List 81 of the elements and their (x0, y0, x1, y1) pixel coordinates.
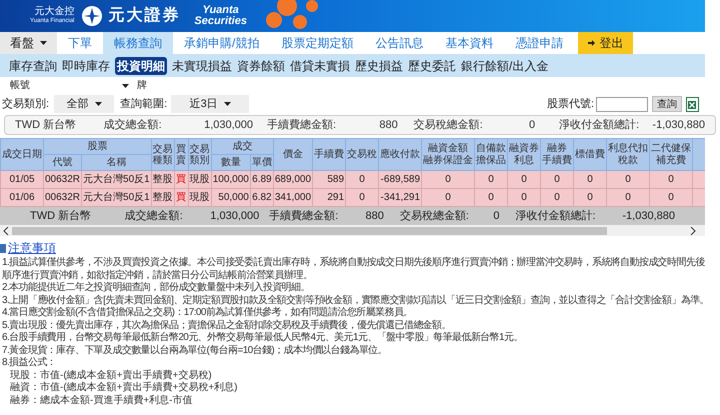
caret-icon (122, 84, 129, 88)
subnav-tab[interactable]: 歷史損益 (355, 56, 403, 74)
brand-en-top: Yuanta (202, 5, 239, 16)
range-select[interactable]: 近3日 (171, 95, 250, 113)
code-field[interactable] (596, 96, 648, 112)
note-text: 8.損益公式： (2, 357, 58, 370)
note-text: 3.上開「應收付金額」含[先賣未買回金額]、定期定額買股扣款及全額交割等預收金額，實際應交割款項請以「近三日交割金額」查詢，並以查得之「合計交割金額」為準。 (2, 294, 710, 306)
brand-en-bottom: Securities (194, 16, 247, 27)
note-text: 5.賣出現股：優先賣出庫存，其次為擔保品；賣擔保品之金額扣除交易稅及手續費後，優先償還已借總金額。 (2, 320, 452, 332)
net-value: -1,030,880 (621, 208, 675, 224)
logo-icon (82, 6, 102, 26)
formula-text: 現股：市值-(總成本金額+賣出手續費+交易稅) (9, 370, 213, 382)
caret-icon (40, 41, 47, 45)
nav-dropdown[interactable]: 看盤 (0, 32, 57, 54)
range-label: 查詢範圍: (120, 96, 168, 112)
nav-tab[interactable]: 帳務查詢 (103, 32, 173, 54)
column-header-line: 利息 (514, 154, 534, 166)
brand-name: 元大證券 (108, 5, 180, 26)
notes-link[interactable]: 注意事項 (8, 239, 56, 257)
column-header-line: 利息代扣 (608, 142, 648, 154)
column-header: 成交日期 (0, 138, 44, 170)
net-value: -1,030,880 (652, 118, 706, 133)
tax-label: 交易稅總金額: (400, 208, 470, 224)
tax-value: 0 (492, 208, 500, 224)
account-label: 帳號 (10, 78, 30, 93)
fee-label: 手續費總金額: (267, 118, 338, 133)
total-value: 1,030,000 (203, 118, 254, 133)
column-header-line: 融券保證金 (423, 154, 474, 166)
column-header-line: 擔保品 (476, 154, 506, 166)
group-name: 元大金控 (34, 6, 74, 16)
total-value: 1,030,000 (209, 208, 260, 224)
caret-icon (94, 102, 102, 106)
scroll-left-icon[interactable] (2, 226, 10, 234)
column-header-line: 二代健保 (651, 142, 692, 154)
formula-text: 融券：總成本金額-買進手續費+利息-市值 (9, 394, 194, 407)
column-header-line: 稅款 (618, 154, 638, 166)
subnav-tab[interactable]: 資券餘額 (237, 56, 285, 74)
currency-label: TWD 新台幣 (15, 118, 78, 133)
column-header-line: 融資金額 (428, 142, 468, 154)
net-label: 淨收付金額總計: (516, 208, 597, 224)
code-label: 股票代號: (546, 96, 594, 112)
info-icon (0, 244, 6, 252)
account-suffix: 牌 (137, 79, 147, 93)
column-group-header: 股票 (44, 138, 152, 154)
subnav-tab[interactable]: 未實現損益 (172, 56, 232, 74)
logout-button[interactable]: 登出 (578, 32, 634, 54)
net-label: 淨收付金額總計: (559, 118, 640, 133)
subnav-tab[interactable]: 投資明細 (115, 56, 167, 74)
subnav-tab[interactable]: 借貸未實損 (290, 56, 350, 74)
note-text: 6.台股手續費用，台幣交易每筆最低新台幣20元、外幣交易每筆最低人民幣4元、美元1元、「盤中零股」每筆最低新台幣1元。 (2, 332, 524, 344)
type-label: 交易類別: (2, 96, 50, 112)
subnav-tab[interactable]: 歷史委託 (408, 56, 456, 74)
scrollbar[interactable] (0, 225, 705, 236)
subnav-tab[interactable]: 銀行餘額/出入金 (461, 56, 548, 74)
scroll-right-icon[interactable] (689, 226, 697, 234)
fee-value: 880 (378, 118, 398, 133)
currency-label: TWD 新台幣 (30, 208, 92, 224)
column-header-line: 補充費 (656, 154, 686, 166)
type-select[interactable]: 全部 (54, 95, 114, 113)
caret-icon (224, 102, 231, 106)
total-label: 成交總金額: (124, 208, 184, 224)
logout-icon (588, 39, 596, 47)
fee-label: 手續費總金額: (269, 208, 340, 224)
formula-text: 融資：市值-(總成本金額+賣出手續費+交易稅+利息) (9, 382, 239, 394)
column-header-line: 自備款 (476, 142, 506, 154)
fee-value: 880 (364, 208, 384, 224)
note-text: 7.黃金現貨：庫存、下單及成交數量以台兩為單位(每台兩=10台錢)；成本均價以台錢為單位。 (2, 344, 388, 356)
column-header-line: 手續費 (542, 154, 572, 166)
total-label: 成交總金額: (104, 118, 163, 133)
subnav-tab[interactable]: 庫存查詢 (9, 56, 57, 74)
column-header-line: 融券 (547, 142, 568, 154)
tax-value: 0 (528, 118, 536, 133)
note-text: 2.本功能提供近二年之投資明細查詢，部份成交數量盤中未列入投資明細。 (2, 282, 311, 294)
subnav-tab[interactable]: 即時庫存 (62, 56, 110, 74)
tax-label: 交易稅總金額: (414, 118, 484, 133)
query-button[interactable]: 查詢 (652, 96, 682, 112)
note-text: 4.當日應交割金額(不含借貸擔保品之交易)：17:00前為試算僅供參考，如有問題請洽您所屬業務員。 (2, 307, 414, 320)
note-text: 1.損益試算僅供參考，不涉及買賣投資之依據。本公司接受委託賣出庫存時，系統將自動按成交日期先後順序進行買賣沖銷；辦理當沖交易時，系統將自動按成交時間先後順序進行買賣沖銷，如欲指定沖銷，請於當日分公司結帳前洽營業員辦理。 (2, 257, 706, 282)
excel-icon[interactable] (686, 96, 699, 112)
scroll-thumb[interactable] (12, 226, 607, 234)
column-header-line: 融資券 (509, 142, 540, 154)
